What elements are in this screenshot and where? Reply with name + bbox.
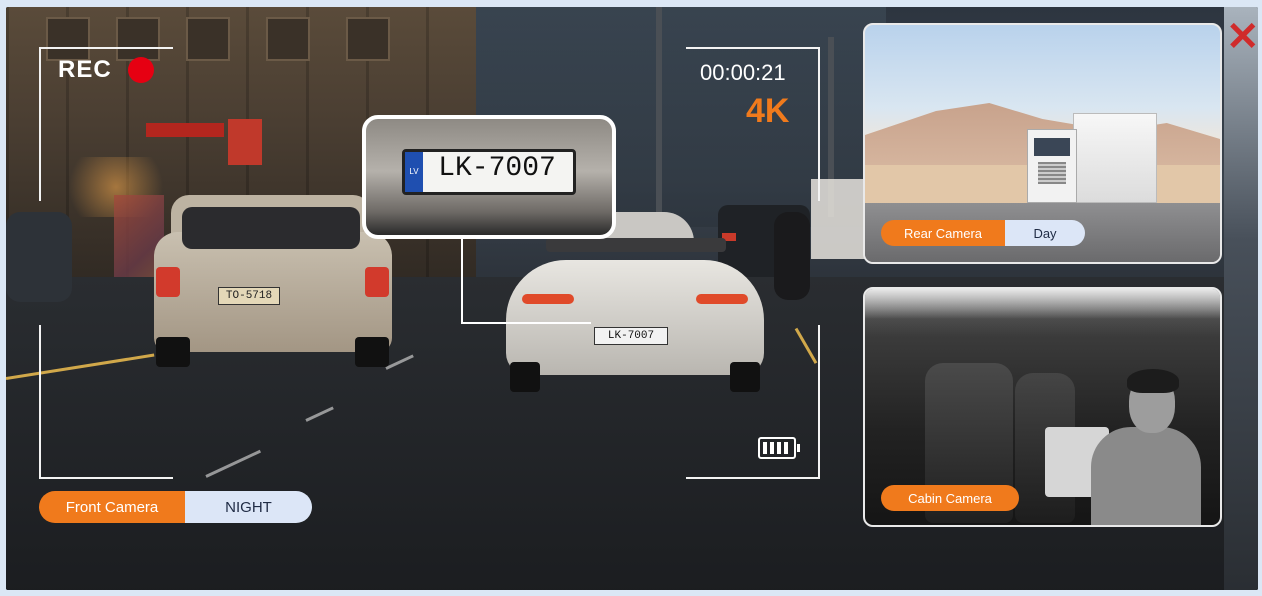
cabin-camera-panel[interactable]: Cabin Camera — [863, 287, 1222, 527]
recording-timer: 00:00:21 — [700, 60, 786, 85]
rec-label: REC — [58, 56, 112, 83]
motorcycle — [774, 212, 810, 300]
tail-light — [522, 294, 574, 304]
tail-light — [156, 267, 180, 297]
truck-cab — [1027, 129, 1077, 203]
rear-camera-pill[interactable]: Rear Camera Day — [881, 220, 1085, 246]
rear-camera-panel[interactable]: Rear Camera Day — [863, 23, 1222, 264]
wheel — [510, 362, 540, 392]
license-plate-zoom: LV LK-7007 — [362, 115, 616, 239]
viewfinder-corner-br — [686, 325, 820, 479]
plate-number: LK-7007 — [438, 153, 556, 184]
rear-camera-label: Rear Camera — [881, 220, 1005, 246]
hoodie — [1091, 427, 1201, 525]
front-camera-label: Front Camera — [39, 491, 185, 523]
rec-indicator-icon — [128, 57, 154, 83]
ceiling-light — [865, 289, 1220, 319]
bus — [811, 179, 871, 259]
wheel — [355, 337, 389, 367]
rear-wing — [546, 238, 726, 252]
sign-x-icon: ✕ — [1226, 15, 1258, 59]
resolution-badge: 4K — [746, 92, 790, 130]
street-pole — [656, 7, 662, 217]
front-camera-pill[interactable]: Front Camera NIGHT — [39, 491, 312, 523]
zoom-connector — [461, 322, 591, 324]
parked-car — [6, 212, 72, 302]
license-plate: LK-7007 — [594, 327, 668, 345]
window — [186, 17, 230, 61]
plate-country-code: LV — [405, 152, 423, 192]
front-camera-mode: NIGHT — [185, 491, 312, 523]
battery-full-icon — [758, 437, 800, 459]
tail-light — [696, 294, 748, 304]
tail-light — [365, 267, 389, 297]
cabin-camera-pill[interactable]: Cabin Camera — [881, 485, 1019, 511]
window — [266, 17, 310, 61]
zoom-license-plate: LV LK-7007 — [402, 149, 576, 195]
window — [346, 17, 390, 61]
rear-window — [182, 207, 360, 249]
viewfinder-corner-bl — [39, 325, 173, 479]
shop-sign — [228, 119, 262, 165]
truck-trailer — [1073, 113, 1157, 203]
right-background — [1224, 7, 1258, 590]
passenger — [1091, 367, 1201, 525]
rear-camera-mode: Day — [1005, 220, 1085, 246]
license-plate: TO-5718 — [218, 287, 280, 305]
hair — [1127, 369, 1179, 393]
cabin-camera-label: Cabin Camera — [881, 485, 1019, 511]
zoom-connector — [461, 233, 463, 323]
